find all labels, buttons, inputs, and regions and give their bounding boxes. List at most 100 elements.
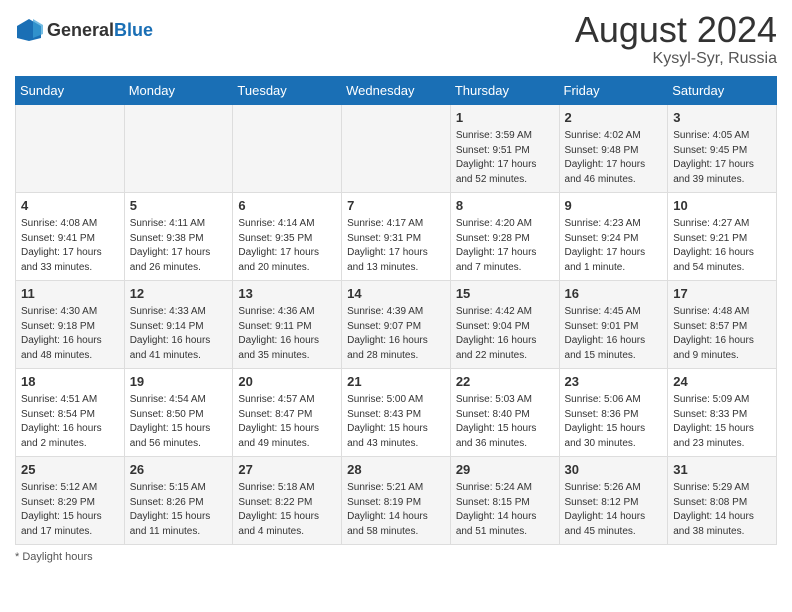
day-header-saturday: Saturday xyxy=(668,76,777,104)
calendar-cell: 23Sunrise: 5:06 AM Sunset: 8:36 PM Dayli… xyxy=(559,368,668,456)
calendar-cell: 21Sunrise: 5:00 AM Sunset: 8:43 PM Dayli… xyxy=(342,368,451,456)
day-number: 15 xyxy=(456,285,554,304)
calendar-cell: 10Sunrise: 4:27 AM Sunset: 9:21 PM Dayli… xyxy=(668,192,777,280)
calendar-cell: 18Sunrise: 4:51 AM Sunset: 8:54 PM Dayli… xyxy=(16,368,125,456)
day-info: Sunrise: 5:29 AM Sunset: 8:08 PM Dayligh… xyxy=(673,481,771,539)
logo-text-general: General xyxy=(47,20,114,40)
calendar-cell: 20Sunrise: 4:57 AM Sunset: 8:47 PM Dayli… xyxy=(233,368,342,456)
day-info: Sunrise: 5:12 AM Sunset: 8:29 PM Dayligh… xyxy=(21,481,119,539)
day-number: 20 xyxy=(238,373,336,392)
day-number: 27 xyxy=(238,461,336,480)
day-number: 31 xyxy=(673,461,771,480)
day-number: 21 xyxy=(347,373,445,392)
day-number: 10 xyxy=(673,197,771,216)
day-info: Sunrise: 5:18 AM Sunset: 8:22 PM Dayligh… xyxy=(238,481,336,539)
day-info: Sunrise: 5:24 AM Sunset: 8:15 PM Dayligh… xyxy=(456,481,554,539)
day-info: Sunrise: 4:27 AM Sunset: 9:21 PM Dayligh… xyxy=(673,217,771,275)
day-info: Sunrise: 5:03 AM Sunset: 8:40 PM Dayligh… xyxy=(456,393,554,451)
day-info: Sunrise: 4:45 AM Sunset: 9:01 PM Dayligh… xyxy=(565,305,663,363)
calendar-cell: 28Sunrise: 5:21 AM Sunset: 8:19 PM Dayli… xyxy=(342,456,451,544)
calendar-week-row: 1Sunrise: 3:59 AM Sunset: 9:51 PM Daylig… xyxy=(16,104,777,192)
calendar-cell: 24Sunrise: 5:09 AM Sunset: 8:33 PM Dayli… xyxy=(668,368,777,456)
day-number: 29 xyxy=(456,461,554,480)
day-info: Sunrise: 5:00 AM Sunset: 8:43 PM Dayligh… xyxy=(347,393,445,451)
logo-text-blue: Blue xyxy=(114,20,153,40)
day-number: 11 xyxy=(21,285,119,304)
day-number: 19 xyxy=(130,373,228,392)
calendar-week-row: 4Sunrise: 4:08 AM Sunset: 9:41 PM Daylig… xyxy=(16,192,777,280)
day-number: 22 xyxy=(456,373,554,392)
day-number: 14 xyxy=(347,285,445,304)
day-number: 23 xyxy=(565,373,663,392)
day-number: 30 xyxy=(565,461,663,480)
day-info: Sunrise: 5:09 AM Sunset: 8:33 PM Dayligh… xyxy=(673,393,771,451)
day-number: 8 xyxy=(456,197,554,216)
day-header-tuesday: Tuesday xyxy=(233,76,342,104)
footer-note-text: Daylight hours xyxy=(22,551,92,563)
day-info: Sunrise: 4:17 AM Sunset: 9:31 PM Dayligh… xyxy=(347,217,445,275)
day-number: 24 xyxy=(673,373,771,392)
day-info: Sunrise: 4:30 AM Sunset: 9:18 PM Dayligh… xyxy=(21,305,119,363)
calendar-cell: 31Sunrise: 5:29 AM Sunset: 8:08 PM Dayli… xyxy=(668,456,777,544)
day-number: 26 xyxy=(130,461,228,480)
day-info: Sunrise: 4:23 AM Sunset: 9:24 PM Dayligh… xyxy=(565,217,663,275)
day-number: 2 xyxy=(565,109,663,128)
day-info: Sunrise: 4:42 AM Sunset: 9:04 PM Dayligh… xyxy=(456,305,554,363)
calendar-cell: 25Sunrise: 5:12 AM Sunset: 8:29 PM Dayli… xyxy=(16,456,125,544)
calendar-cell: 7Sunrise: 4:17 AM Sunset: 9:31 PM Daylig… xyxy=(342,192,451,280)
day-number: 25 xyxy=(21,461,119,480)
calendar-cell: 5Sunrise: 4:11 AM Sunset: 9:38 PM Daylig… xyxy=(124,192,233,280)
calendar-cell: 8Sunrise: 4:20 AM Sunset: 9:28 PM Daylig… xyxy=(450,192,559,280)
footer-note: * Daylight hours xyxy=(15,551,777,563)
day-info: Sunrise: 4:11 AM Sunset: 9:38 PM Dayligh… xyxy=(130,217,228,275)
day-number: 1 xyxy=(456,109,554,128)
day-number: 5 xyxy=(130,197,228,216)
title-block: August 2024 Kysyl-Syr, Russia xyxy=(575,10,777,68)
month-year: August 2024 xyxy=(575,10,777,50)
day-info: Sunrise: 4:36 AM Sunset: 9:11 PM Dayligh… xyxy=(238,305,336,363)
calendar-week-row: 18Sunrise: 4:51 AM Sunset: 8:54 PM Dayli… xyxy=(16,368,777,456)
day-info: Sunrise: 4:51 AM Sunset: 8:54 PM Dayligh… xyxy=(21,393,119,451)
day-number: 12 xyxy=(130,285,228,304)
day-number: 18 xyxy=(21,373,119,392)
day-number: 3 xyxy=(673,109,771,128)
day-number: 7 xyxy=(347,197,445,216)
day-info: Sunrise: 5:21 AM Sunset: 8:19 PM Dayligh… xyxy=(347,481,445,539)
calendar-cell xyxy=(233,104,342,192)
day-info: Sunrise: 5:15 AM Sunset: 8:26 PM Dayligh… xyxy=(130,481,228,539)
day-header-thursday: Thursday xyxy=(450,76,559,104)
calendar-cell: 17Sunrise: 4:48 AM Sunset: 8:57 PM Dayli… xyxy=(668,280,777,368)
calendar-cell xyxy=(342,104,451,192)
day-number: 9 xyxy=(565,197,663,216)
day-info: Sunrise: 5:06 AM Sunset: 8:36 PM Dayligh… xyxy=(565,393,663,451)
calendar-cell: 9Sunrise: 4:23 AM Sunset: 9:24 PM Daylig… xyxy=(559,192,668,280)
calendar-cell: 13Sunrise: 4:36 AM Sunset: 9:11 PM Dayli… xyxy=(233,280,342,368)
calendar-cell: 2Sunrise: 4:02 AM Sunset: 9:48 PM Daylig… xyxy=(559,104,668,192)
calendar-cell: 6Sunrise: 4:14 AM Sunset: 9:35 PM Daylig… xyxy=(233,192,342,280)
calendar-cell: 27Sunrise: 5:18 AM Sunset: 8:22 PM Dayli… xyxy=(233,456,342,544)
calendar-cell: 3Sunrise: 4:05 AM Sunset: 9:45 PM Daylig… xyxy=(668,104,777,192)
calendar-header-row: SundayMondayTuesdayWednesdayThursdayFrid… xyxy=(16,76,777,104)
calendar-cell: 12Sunrise: 4:33 AM Sunset: 9:14 PM Dayli… xyxy=(124,280,233,368)
day-info: Sunrise: 4:20 AM Sunset: 9:28 PM Dayligh… xyxy=(456,217,554,275)
day-number: 28 xyxy=(347,461,445,480)
calendar-cell: 14Sunrise: 4:39 AM Sunset: 9:07 PM Dayli… xyxy=(342,280,451,368)
header: GeneralBlue August 2024 Kysyl-Syr, Russi… xyxy=(15,10,777,68)
day-info: Sunrise: 4:33 AM Sunset: 9:14 PM Dayligh… xyxy=(130,305,228,363)
day-info: Sunrise: 4:05 AM Sunset: 9:45 PM Dayligh… xyxy=(673,129,771,187)
day-info: Sunrise: 4:02 AM Sunset: 9:48 PM Dayligh… xyxy=(565,129,663,187)
logo-icon xyxy=(15,16,43,44)
calendar-week-row: 11Sunrise: 4:30 AM Sunset: 9:18 PM Dayli… xyxy=(16,280,777,368)
calendar-cell: 30Sunrise: 5:26 AM Sunset: 8:12 PM Dayli… xyxy=(559,456,668,544)
calendar-cell: 4Sunrise: 4:08 AM Sunset: 9:41 PM Daylig… xyxy=(16,192,125,280)
calendar-cell xyxy=(124,104,233,192)
day-info: Sunrise: 4:14 AM Sunset: 9:35 PM Dayligh… xyxy=(238,217,336,275)
calendar-cell: 19Sunrise: 4:54 AM Sunset: 8:50 PM Dayli… xyxy=(124,368,233,456)
day-number: 4 xyxy=(21,197,119,216)
day-info: Sunrise: 4:39 AM Sunset: 9:07 PM Dayligh… xyxy=(347,305,445,363)
calendar-cell xyxy=(16,104,125,192)
calendar-cell: 26Sunrise: 5:15 AM Sunset: 8:26 PM Dayli… xyxy=(124,456,233,544)
calendar-cell: 16Sunrise: 4:45 AM Sunset: 9:01 PM Dayli… xyxy=(559,280,668,368)
day-header-monday: Monday xyxy=(124,76,233,104)
day-info: Sunrise: 4:54 AM Sunset: 8:50 PM Dayligh… xyxy=(130,393,228,451)
